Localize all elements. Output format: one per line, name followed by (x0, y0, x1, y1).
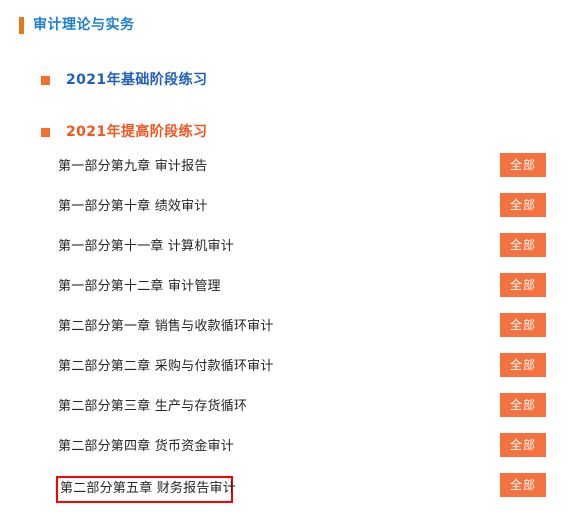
view-all-button[interactable]: 全部 (500, 433, 546, 457)
view-all-button[interactable]: 全部 (500, 393, 546, 417)
view-all-button[interactable]: 全部 (500, 153, 546, 177)
chapter-name[interactable]: 第二部分第五章 财务报告审计 (56, 476, 236, 503)
view-all-button[interactable]: 全部 (500, 193, 546, 217)
view-all-button[interactable]: 全部 (500, 233, 546, 257)
chapter-row[interactable]: 第二部分第四章 货币资金审计 全部 (0, 433, 568, 473)
chapter-name[interactable]: 第一部分第十一章 计算机审计 (58, 238, 234, 256)
square-bullet-icon (41, 127, 50, 137)
section-header-basic[interactable]: 2021年基础阶段练习 (41, 70, 207, 90)
chapter-row[interactable]: 第一部分第九章 审计报告 全部 (0, 153, 568, 193)
chapter-name[interactable]: 第二部分第一章 销售与收款循环审计 (58, 318, 274, 336)
chapter-row[interactable]: 第二部分第一章 销售与收款循环审计 全部 (0, 313, 568, 353)
view-all-button[interactable]: 全部 (500, 313, 546, 337)
chapter-name[interactable]: 第一部分第九章 审计报告 (58, 158, 208, 176)
view-all-button[interactable]: 全部 (500, 353, 546, 377)
chapter-list: 第一部分第九章 审计报告 全部 第一部分第十章 绩效审计 全部 第一部分第十一章… (0, 153, 568, 513)
page-title: 审计理论与实务 (19, 16, 135, 34)
chapter-row[interactable]: 第二部分第二章 采购与付款循环审计 全部 (0, 353, 568, 393)
section-header-advanced[interactable]: 2021年提高阶段练习 (41, 122, 207, 142)
chapter-row-highlighted[interactable]: 第二部分第五章 财务报告审计 全部 (0, 473, 568, 513)
chapter-row[interactable]: 第一部分第十章 绩效审计 全部 (0, 193, 568, 233)
section-label-basic: 2021年基础阶段练习 (66, 72, 208, 88)
chapter-name[interactable]: 第一部分第十二章 审计管理 (58, 278, 221, 296)
chapter-name[interactable]: 第二部分第二章 采购与付款循环审计 (58, 358, 274, 376)
view-all-button[interactable]: 全部 (500, 273, 546, 297)
section-label-advanced: 2021年提高阶段练习 (66, 124, 208, 140)
chapter-row[interactable]: 第二部分第三章 生产与存货循环 全部 (0, 393, 568, 433)
page-title-label: 审计理论与实务 (33, 16, 135, 33)
square-bullet-icon (41, 75, 50, 85)
chapter-name[interactable]: 第二部分第四章 货币资金审计 (58, 438, 234, 456)
chapter-row[interactable]: 第一部分第十一章 计算机审计 全部 (0, 233, 568, 273)
chapter-name[interactable]: 第二部分第三章 生产与存货循环 (58, 398, 247, 416)
title-accent-bar (19, 16, 24, 34)
view-all-button[interactable]: 全部 (500, 473, 546, 497)
chapter-name[interactable]: 第一部分第十章 绩效审计 (58, 198, 208, 216)
chapter-row[interactable]: 第一部分第十二章 审计管理 全部 (0, 273, 568, 313)
